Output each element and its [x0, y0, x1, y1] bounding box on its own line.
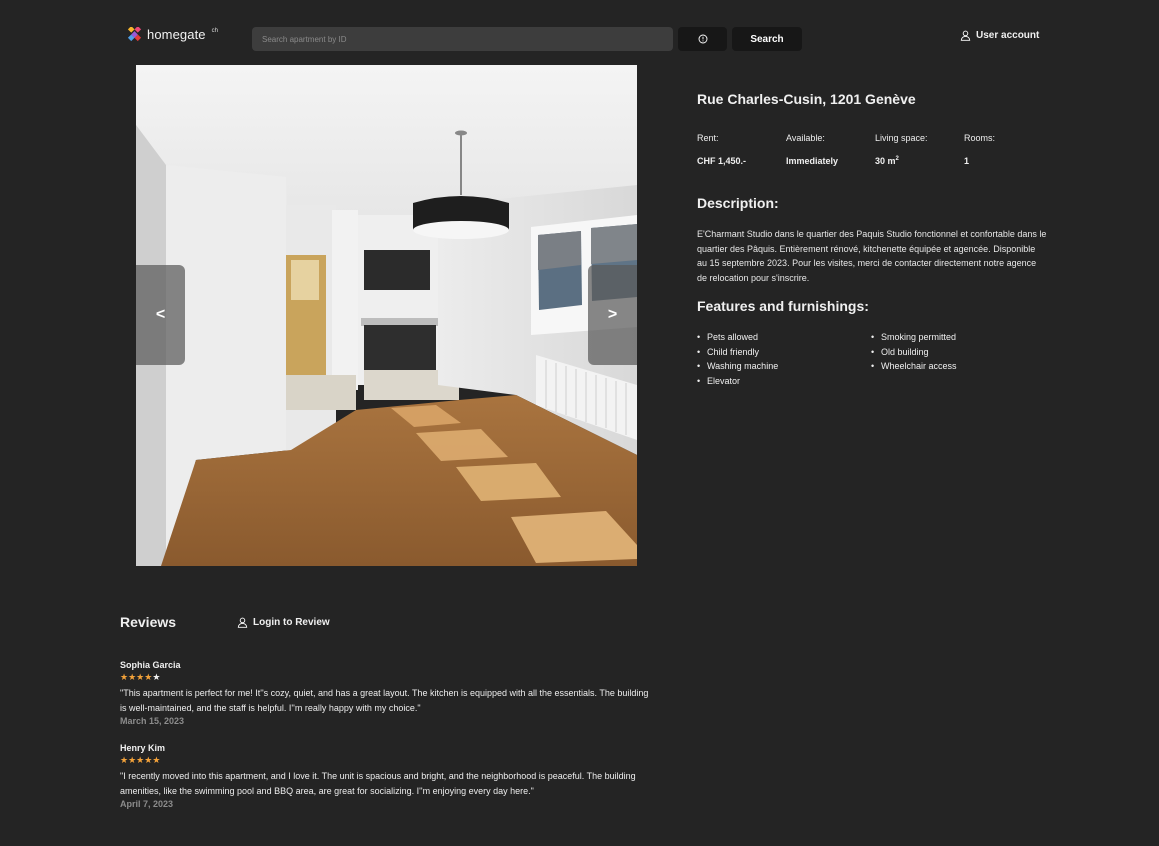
features-column-right: Smoking permitted Old building Wheelchai…	[871, 330, 957, 374]
description-title: Description:	[697, 195, 779, 211]
login-to-review-button[interactable]: Login to Review	[237, 617, 330, 628]
feature-item: Smoking permitted	[871, 330, 957, 345]
info-icon	[698, 34, 707, 44]
review-item: Sophia Garcia ★★★★★ "This apartment is p…	[120, 660, 650, 726]
feature-item: Child friendly	[697, 345, 778, 360]
logo-text: homegate	[147, 27, 206, 42]
gallery-prev-button[interactable]: <	[136, 265, 185, 365]
feature-item: Washing machine	[697, 359, 778, 374]
review-date: April 7, 2023	[120, 799, 174, 809]
features-column-left: Pets allowed Child friendly Washing mach…	[697, 330, 778, 388]
gallery-next-button[interactable]: >	[588, 265, 637, 365]
star-empty-icon: ★	[152, 672, 161, 682]
homegate-logo-icon	[127, 27, 142, 42]
fact-rent-value: CHF 1,450.-	[697, 156, 747, 166]
login-to-review-label: Login to Review	[253, 617, 330, 628]
feature-item: Wheelchair access	[871, 359, 957, 374]
features-title: Features and furnishings:	[697, 298, 869, 314]
fact-available-label: Available:	[786, 133, 825, 143]
fact-rooms-value: 1	[964, 156, 970, 166]
listing-address: Rue Charles-Cusin, 1201 Genève	[697, 91, 916, 107]
logo-tld: ch	[211, 27, 218, 34]
fact-available-value: Immediately	[786, 156, 839, 166]
fact-rooms-label: Rooms:	[964, 133, 996, 143]
feature-item: Elevator	[697, 374, 778, 389]
feature-item: Pets allowed	[697, 330, 778, 345]
review-author: Henry Kim	[120, 743, 166, 753]
living-space-number: 30 m	[875, 156, 896, 166]
user-account-link[interactable]: User account	[960, 30, 1039, 41]
fact-living-space-label: Living space:	[875, 133, 928, 143]
review-text: "I recently moved into this apartment, a…	[120, 771, 636, 796]
fact-available: Available: Immediately	[786, 133, 838, 166]
review-author: Sophia Garcia	[120, 660, 181, 670]
apartment-photo	[136, 65, 637, 566]
user-account-label: User account	[976, 30, 1040, 41]
fact-living-space-value: 30 m2	[875, 156, 928, 166]
review-rating-stars: ★★★★★	[120, 755, 650, 766]
description-text: E'Charmant Studio dans le quartier des P…	[697, 229, 1047, 283]
review-item: Henry Kim ★★★★★ "I recently moved into t…	[120, 743, 650, 809]
feature-item: Old building	[871, 345, 957, 360]
star-filled-icon: ★	[120, 672, 129, 682]
review-date: March 15, 2023	[120, 716, 185, 726]
living-space-unit-sup: 2	[895, 156, 899, 162]
fact-rent-label: Rent:	[697, 133, 719, 143]
star-filled-icon: ★	[128, 672, 137, 682]
user-icon	[237, 617, 248, 628]
star-filled-icon: ★	[128, 755, 137, 765]
fact-living-space: Living space: 30 m2	[875, 133, 928, 166]
search-button[interactable]: Search	[732, 27, 802, 51]
fact-rooms: Rooms: 1	[964, 133, 995, 166]
review-rating-stars: ★★★★★	[120, 672, 650, 683]
info-button[interactable]	[678, 27, 727, 51]
star-filled-icon: ★	[152, 755, 161, 765]
search-input[interactable]	[252, 27, 673, 51]
fact-rent: Rent: CHF 1,450.-	[697, 133, 746, 166]
star-filled-icon: ★	[120, 755, 129, 765]
homegate-logo[interactable]: homegate ch	[127, 27, 218, 42]
user-icon	[960, 30, 971, 41]
review-text: "This apartment is perfect for me! It''s…	[120, 688, 649, 713]
reviews-title: Reviews	[120, 614, 177, 630]
